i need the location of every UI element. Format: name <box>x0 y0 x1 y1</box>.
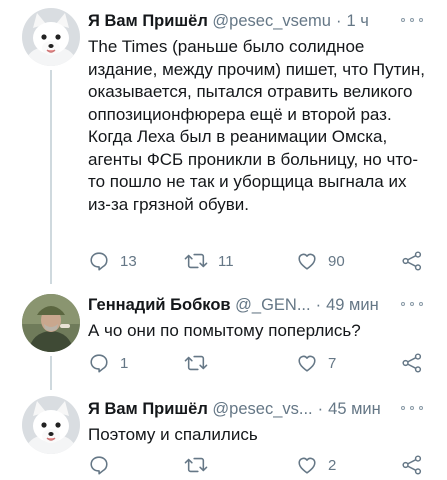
avatar[interactable] <box>22 8 80 66</box>
tweet[interactable]: Геннадий Бобков @_GEN... · 49 мин А чо они… <box>0 290 447 390</box>
like-count: 7 <box>328 354 337 372</box>
more-icon[interactable] <box>401 405 423 411</box>
share-icon <box>402 353 422 373</box>
action-bar: 1 7 <box>88 350 437 376</box>
reply-button[interactable] <box>88 452 120 478</box>
more-icon[interactable] <box>401 301 423 307</box>
avatar[interactable] <box>22 396 80 454</box>
share-icon <box>402 455 422 475</box>
like-button[interactable]: 90 <box>296 248 345 274</box>
white-fox-icon <box>22 8 80 66</box>
author-handle[interactable]: @pesec_vsemu <box>212 12 331 30</box>
retweet-button[interactable] <box>184 452 218 478</box>
share-icon <box>402 251 422 271</box>
share-button[interactable] <box>401 452 423 478</box>
tweet[interactable]: Я Вам Пришёл @pesec_vsemu · 1 ч The Times … <box>0 0 447 290</box>
more-icon[interactable] <box>401 17 423 23</box>
separator-dot: · <box>315 296 322 314</box>
tweet[interactable]: Я Вам Пришёл @pesec_vs... · 45 мин Поэтому… <box>0 390 447 480</box>
tweet-text: Поэтому и спалились <box>88 425 258 444</box>
reply-count: 13 <box>120 252 137 270</box>
timestamp[interactable]: 49 мин <box>326 296 379 314</box>
reply-button[interactable]: 13 <box>88 248 137 274</box>
like-button[interactable]: 2 <box>296 452 336 478</box>
action-bar: 13 11 90 <box>88 248 437 274</box>
reply-icon <box>90 354 108 373</box>
tweet-header: Я Вам Пришёл @pesec_vs... · 45 мин <box>88 398 437 420</box>
retweet-icon <box>184 253 208 269</box>
reply-count: 1 <box>120 354 129 372</box>
timestamp[interactable]: 1 ч <box>346 12 368 30</box>
author-handle[interactable]: @_GEN... <box>235 296 310 314</box>
retweet-button[interactable] <box>184 350 218 376</box>
timestamp[interactable]: 45 мин <box>328 400 381 418</box>
share-button[interactable] <box>401 350 423 376</box>
like-button[interactable]: 7 <box>296 350 336 376</box>
thread-line <box>50 356 52 390</box>
heart-icon <box>298 253 316 270</box>
retweet-icon <box>184 457 208 473</box>
reply-button[interactable]: 1 <box>88 350 128 376</box>
author-name[interactable]: Я Вам Пришёл <box>88 12 208 30</box>
like-count: 90 <box>328 252 345 270</box>
author-handle[interactable]: @pesec_vs... <box>212 400 312 418</box>
retweet-icon <box>184 355 208 371</box>
avatar[interactable] <box>22 294 80 352</box>
heart-icon <box>298 457 316 474</box>
thread-line <box>50 70 52 284</box>
retweet-count: 11 <box>218 252 234 270</box>
tweet-header: Я Вам Пришёл @pesec_vsemu · 1 ч <box>88 10 437 32</box>
like-count: 2 <box>328 456 337 474</box>
man-in-cap-icon <box>22 294 80 352</box>
author-name[interactable]: Геннадий Бобков <box>88 296 231 314</box>
tweet-header: Геннадий Бобков @_GEN... · 49 мин <box>88 294 437 316</box>
retweet-button[interactable]: 11 <box>184 248 234 274</box>
author-name[interactable]: Я Вам Пришёл <box>88 400 208 418</box>
separator-dot: · <box>335 12 342 30</box>
heart-icon <box>298 355 316 372</box>
share-button[interactable] <box>401 248 423 274</box>
white-fox-icon <box>22 396 80 454</box>
reply-icon <box>90 456 108 475</box>
tweet-text: А чо они по помытому поперлись? <box>88 321 361 340</box>
separator-dot: · <box>317 400 324 418</box>
tweet-text: The Times (раньше было солидное издание,… <box>88 37 426 214</box>
action-bar: 2 <box>88 452 437 478</box>
reply-icon <box>90 252 108 271</box>
